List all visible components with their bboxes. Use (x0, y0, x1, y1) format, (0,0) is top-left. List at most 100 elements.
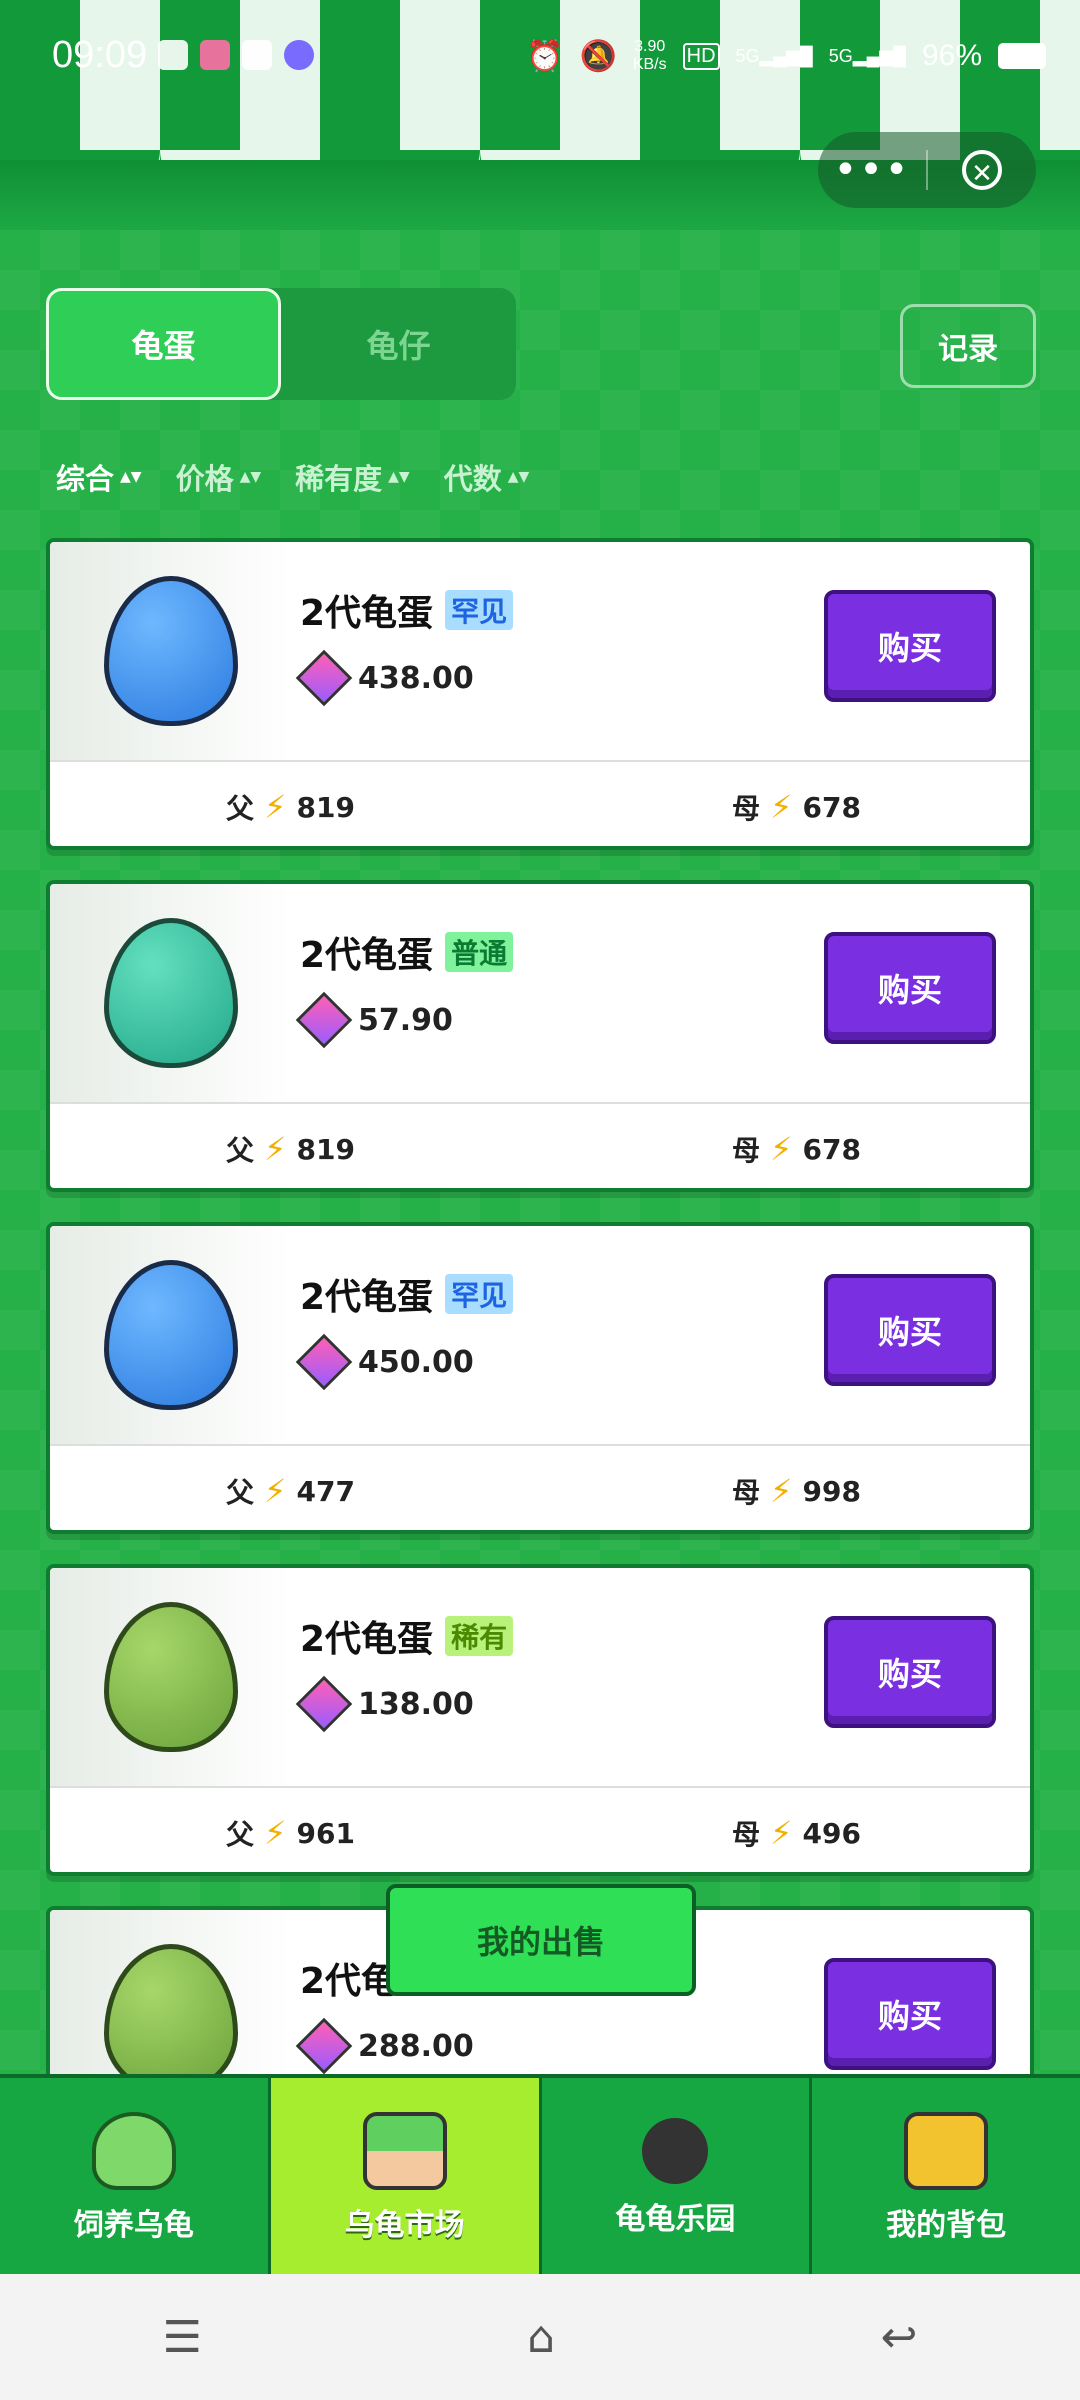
father-stat: 父 ⚡ 961 (226, 1813, 355, 1853)
buy-button[interactable]: 购买 (824, 1274, 996, 1386)
nav-turtle-market[interactable]: 乌龟市场 (270, 2078, 542, 2278)
close-icon: ✕ (962, 150, 1002, 190)
mother-value: 496 (802, 1816, 861, 1850)
mother-stat: 母 ⚡ 678 (732, 1129, 861, 1169)
app-notification-icon (284, 40, 314, 70)
egg-price: 450.00 (295, 1333, 474, 1391)
record-button[interactable]: 记录 (900, 304, 1036, 388)
mother-stat: 母 ⚡ 496 (732, 1813, 861, 1853)
gem-icon (295, 649, 353, 707)
bottom-nav: 饲养乌龟 乌龟市场 龟龟乐园 我的背包 (0, 2074, 1080, 2278)
hd-icon: HD (682, 42, 720, 70)
egg-title: 2代龟蛋 普通 (300, 926, 514, 978)
nav-label: 我的背包 (886, 2208, 1007, 2243)
father-value: 477 (296, 1474, 355, 1508)
my-sale-button[interactable]: 我的出售 (386, 1884, 696, 1996)
egg-card: 2代龟蛋 普通 57.90 购买 父 ⚡ 819 母 ⚡ 678 (46, 880, 1034, 1192)
lightning-icon: ⚡ (770, 1814, 793, 1852)
sort-price[interactable]: 价格 ▲▼ (176, 456, 262, 498)
mother-stat: 母 ⚡ 998 (732, 1471, 861, 1511)
egg-card: 2代龟蛋 稀有 138.00 购买 父 ⚡ 961 母 ⚡ 496 (46, 1564, 1034, 1876)
bomb-icon (642, 2118, 709, 2184)
father-value: 819 (296, 1132, 355, 1166)
price-value: 57.90 (358, 1002, 453, 1038)
father-stat: 父 ⚡ 819 (226, 1129, 355, 1169)
nav-label: 龟龟乐园 (615, 2202, 736, 2237)
egg-name: 2代龟蛋 (300, 935, 434, 976)
gem-icon (295, 1675, 353, 1733)
egg-name: 2代龟蛋 (300, 1277, 434, 1318)
price-value: 288.00 (358, 2028, 474, 2064)
nav-label: 乌龟市场 (344, 2208, 465, 2243)
mother-label: 母 (732, 1476, 761, 1509)
status-time: 09:09 (52, 34, 148, 76)
home-icon[interactable]: ⌂ (527, 2312, 555, 2363)
awning-stripe (480, 150, 640, 190)
sort-overall[interactable]: 综合 ▲▼ (56, 456, 142, 498)
father-label: 父 (226, 1134, 255, 1167)
price-value: 138.00 (358, 1686, 474, 1722)
buy-button[interactable]: 购买 (824, 590, 996, 702)
battery-level: 96% (921, 39, 982, 72)
notification-icons (158, 40, 314, 70)
father-stat: 父 ⚡ 819 (226, 787, 355, 827)
mother-label: 母 (732, 1818, 761, 1851)
card-top: 2代龟蛋 普通 57.90 购买 (50, 884, 1030, 1102)
sort-arrows-icon: ▲▼ (120, 469, 142, 485)
father-label: 父 (226, 1818, 255, 1851)
mother-stat: 母 ⚡ 678 (732, 787, 861, 827)
card-top: 2代龟蛋 罕见 450.00 购买 (50, 1226, 1030, 1444)
egg-card: 2代龟蛋 罕见 438.00 购买 父 ⚡ 819 母 ⚡ 678 (46, 538, 1034, 850)
parents-row: 父 ⚡ 961 母 ⚡ 496 (50, 1786, 1030, 1872)
price-value: 450.00 (358, 1344, 474, 1380)
father-value: 819 (296, 790, 355, 824)
egg-price: 438.00 (295, 649, 474, 707)
gem-icon (295, 2017, 353, 2075)
father-value: 961 (296, 1816, 355, 1850)
back-icon[interactable]: ↩ (880, 2312, 917, 2363)
egg-title: 2代龟蛋 罕见 (300, 1268, 514, 1320)
lightning-icon: ⚡ (770, 788, 793, 826)
buy-button[interactable]: 购买 (824, 1616, 996, 1728)
sort-rarity[interactable]: 稀有度 ▲▼ (295, 456, 410, 498)
rarity-badge: 普通 (445, 932, 514, 972)
mother-label: 母 (732, 792, 761, 825)
awning-stripe (320, 150, 480, 190)
status-right: ⏰ 🔕 3.90 KB/s HD 5G▂▄▆█ 5G▂▄▆█ 96% (526, 38, 1046, 74)
tab-hatchlings[interactable]: 龟仔 (281, 288, 516, 400)
mother-value: 998 (802, 1474, 861, 1508)
more-icon[interactable]: ••• (818, 147, 926, 193)
lightning-icon: ⚡ (264, 1814, 287, 1852)
mother-label: 母 (732, 1134, 761, 1167)
parents-row: 父 ⚡ 477 母 ⚡ 998 (50, 1444, 1030, 1530)
parents-row: 父 ⚡ 819 母 ⚡ 678 (50, 1102, 1030, 1188)
sort-arrows-icon: ▲▼ (239, 469, 262, 485)
card-top: 2代龟蛋 罕见 438.00 购买 (50, 542, 1030, 760)
sort-arrows-icon: ▲▼ (388, 469, 410, 485)
mini-program-capsule: ••• ✕ (818, 132, 1036, 208)
app-notification-icon (158, 40, 188, 70)
nav-raise-turtle[interactable]: 饲养乌龟 (0, 2078, 271, 2278)
egg-name: 2代龟 (300, 1961, 398, 2002)
sort-generation[interactable]: 代数 ▲▼ (444, 456, 530, 498)
nav-label: 饲养乌龟 (73, 2208, 194, 2243)
category-tabs: 龟蛋 龟仔 (46, 288, 516, 400)
system-nav-bar: ☰ ⌂ ↩ (0, 2274, 1080, 2400)
egg-title: 2代龟蛋 罕见 (300, 584, 514, 636)
menu-icon[interactable]: ☰ (163, 2312, 202, 2363)
status-bar: 09:09 ⏰ 🔕 3.90 KB/s HD 5G▂▄▆█ 5G▂▄▆█ 96% (0, 0, 1080, 120)
card-top: 2代龟蛋 稀有 138.00 购买 (50, 1568, 1030, 1786)
tab-eggs[interactable]: 龟蛋 (46, 288, 281, 400)
close-button[interactable]: ✕ (928, 150, 1036, 190)
buy-button[interactable]: 购买 (824, 1958, 996, 2070)
nav-turtle-park[interactable]: 龟龟乐园 (542, 2078, 813, 2278)
lightning-icon: ⚡ (770, 1472, 793, 1510)
nav-backpack[interactable]: 我的背包 (812, 2078, 1080, 2278)
father-stat: 父 ⚡ 477 (226, 1471, 355, 1511)
parents-row: 父 ⚡ 819 母 ⚡ 678 (50, 760, 1030, 846)
buy-button[interactable]: 购买 (824, 932, 996, 1044)
egg-title: 2代龟蛋 稀有 (300, 1610, 514, 1662)
turtle-icon (91, 2112, 176, 2190)
father-label: 父 (226, 1476, 255, 1509)
egg-title: 2代龟 (300, 1952, 397, 2004)
